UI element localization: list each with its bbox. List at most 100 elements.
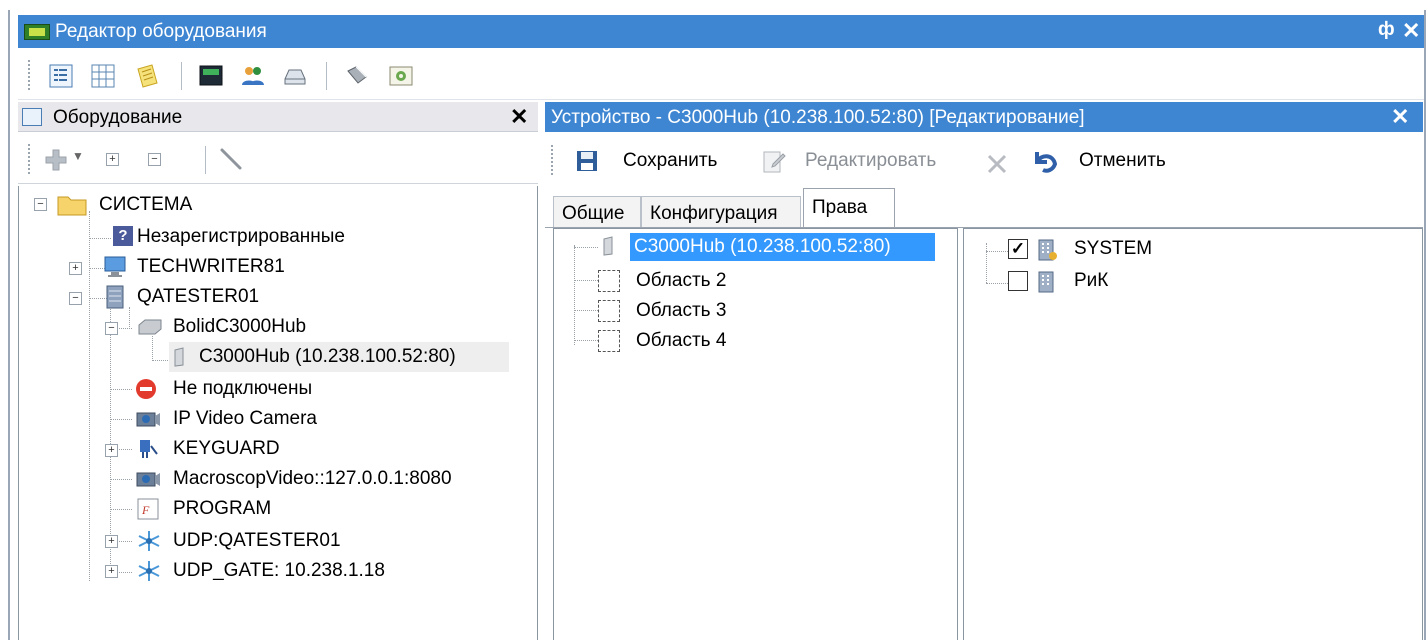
pin-icon[interactable]: ф bbox=[1378, 19, 1395, 41]
building-icon bbox=[1038, 239, 1057, 261]
area-node-label: Область 3 bbox=[636, 300, 727, 321]
tree-node-program[interactable]: F PROGRAM bbox=[19, 494, 519, 524]
areas-tree: C3000Hub (10.238.100.52:80) Область 2 Об… bbox=[553, 228, 958, 640]
program-icon: F bbox=[137, 498, 159, 520]
add-icon[interactable] bbox=[44, 148, 68, 172]
tab-label: Конфигурация bbox=[650, 203, 778, 224]
users-icon[interactable] bbox=[240, 63, 266, 89]
cancel-button[interactable]: Отменить bbox=[1031, 148, 1191, 176]
equipment-panel-header: Оборудование ✕ bbox=[18, 102, 538, 132]
tree-view-icon[interactable] bbox=[48, 63, 74, 89]
camera-icon bbox=[136, 472, 160, 487]
rights-list: ✓ SYSTEM РиК bbox=[963, 228, 1423, 640]
equipment-tree: − СИСТЕМА ? Незарегистрированные + TECHW… bbox=[18, 186, 538, 640]
tree-node-macroscop[interactable]: MacroscopVideo::127.0.0.1:8080 bbox=[19, 464, 519, 494]
window-close-button[interactable]: ✕ bbox=[1402, 18, 1420, 44]
keyguard-icon bbox=[140, 440, 158, 458]
tree-node-label: MacroscopVideo::127.0.0.1:8080 bbox=[173, 468, 452, 489]
equipment-panel-close-button[interactable]: ✕ bbox=[510, 104, 528, 130]
area-node-2[interactable]: Область 2 bbox=[598, 267, 958, 297]
rik-checkbox[interactable] bbox=[1008, 271, 1028, 291]
toolbar-separator bbox=[181, 62, 182, 90]
collapse-icon[interactable]: − bbox=[34, 198, 47, 211]
tree-node-label: TECHWRITER81 bbox=[137, 256, 285, 277]
save-button[interactable]: Сохранить bbox=[575, 148, 745, 176]
area-icon bbox=[598, 300, 620, 322]
cancel-button-label: Отменить bbox=[1079, 150, 1166, 171]
area-icon bbox=[598, 330, 620, 352]
grid-view-icon[interactable] bbox=[90, 63, 116, 89]
collapse-icon[interactable]: − bbox=[69, 292, 82, 305]
area-node-3[interactable]: Область 3 bbox=[598, 297, 958, 327]
tree-connector bbox=[986, 251, 1008, 252]
toolbar-grip[interactable] bbox=[28, 60, 31, 90]
controller-icon bbox=[603, 236, 613, 256]
tree-node-bolid[interactable]: − BolidC3000Hub bbox=[19, 312, 519, 342]
expand-icon[interactable]: + bbox=[105, 535, 118, 548]
tree-node-label: KEYGUARD bbox=[173, 438, 280, 459]
edit-icon bbox=[763, 151, 786, 173]
device-panel-title: Устройство - C3000Hub (10.238.100.52:80)… bbox=[551, 107, 1085, 128]
tree-connector bbox=[986, 243, 987, 283]
tree-node-udp-qatester[interactable]: + UDP:QATESTER01 bbox=[19, 526, 519, 556]
tree-node-label: Не подключены bbox=[173, 378, 313, 399]
area-node-label: Область 2 bbox=[636, 270, 727, 291]
tree-node-system[interactable]: − СИСТЕМА bbox=[19, 190, 519, 220]
expand-icon[interactable]: + bbox=[105, 444, 118, 457]
drive-icon[interactable] bbox=[282, 63, 308, 89]
window-border-right bbox=[1424, 10, 1426, 640]
rights-item-system[interactable]: ✓ SYSTEM bbox=[1008, 235, 1408, 265]
expand-icon[interactable]: + bbox=[69, 262, 82, 275]
collapse-icon[interactable]: − bbox=[105, 322, 118, 335]
tree-node-techwriter[interactable]: + TECHWRITER81 bbox=[19, 252, 519, 282]
tree-node-label: IP Video Camera bbox=[173, 408, 317, 429]
device-panel-header: Устройство - C3000Hub (10.238.100.52:80)… bbox=[545, 102, 1423, 132]
toolbar-grip[interactable] bbox=[28, 144, 31, 174]
toolbar-grip[interactable] bbox=[551, 145, 554, 175]
area-node-label: Область 4 bbox=[636, 330, 727, 351]
monitor-icon[interactable] bbox=[198, 63, 224, 89]
tree-connector bbox=[574, 245, 575, 345]
area-node-4[interactable]: Область 4 bbox=[598, 327, 958, 357]
tab-label: Общие bbox=[562, 203, 625, 224]
expand-all-icon[interactable]: + bbox=[106, 153, 119, 166]
no-entry-icon bbox=[136, 379, 156, 399]
tree-node-qatester[interactable]: − QATESTER01 bbox=[19, 282, 519, 312]
tab-rights[interactable]: Права bbox=[803, 188, 895, 228]
tab-configuration[interactable]: Конфигурация bbox=[641, 196, 801, 228]
window-title: Редактор оборудования bbox=[55, 21, 267, 42]
rights-item-rik[interactable]: РиК bbox=[1008, 267, 1408, 297]
tree-node-c3000hub[interactable]: C3000Hub (10.238.100.52:80) bbox=[169, 342, 509, 372]
tree-node-udp-gate[interactable]: + UDP_GATE: 10.238.1.18 bbox=[19, 556, 519, 586]
wrench-icon[interactable] bbox=[218, 146, 246, 174]
equipment-editor-window: Редактор оборудования ф ✕ Оборудование ✕… bbox=[0, 0, 1428, 640]
cross-icon[interactable] bbox=[985, 152, 1009, 176]
camera-icon bbox=[136, 412, 160, 427]
expand-icon[interactable]: + bbox=[105, 565, 118, 578]
device-panel-close-button[interactable]: ✕ bbox=[1391, 104, 1409, 130]
area-node-device[interactable]: C3000Hub (10.238.100.52:80) bbox=[598, 233, 958, 263]
toolbar-separator bbox=[326, 62, 327, 90]
configuration-icon[interactable] bbox=[388, 63, 414, 89]
add-dropdown-arrow-icon[interactable]: ▼ bbox=[72, 149, 84, 163]
tree-connector bbox=[986, 283, 1008, 284]
tree-node-unregistered[interactable]: ? Незарегистрированные bbox=[19, 222, 519, 252]
device-icon[interactable] bbox=[344, 63, 370, 89]
tree-node-label: C3000Hub (10.238.100.52:80) bbox=[199, 346, 456, 367]
system-checkbox[interactable]: ✓ bbox=[1008, 239, 1028, 259]
tree-node-ip-camera[interactable]: IP Video Camera bbox=[19, 404, 519, 434]
tree-node-keyguard[interactable]: + KEYGUARD bbox=[19, 434, 519, 464]
question-icon: ? bbox=[113, 226, 133, 246]
device-tabs: Общие Конфигурация Права bbox=[545, 188, 1423, 228]
building-icon bbox=[1038, 271, 1054, 293]
tree-connector bbox=[574, 280, 598, 281]
title-bar: Редактор оборудования ф ✕ bbox=[18, 15, 1424, 48]
tree-node-label: СИСТЕМА bbox=[99, 194, 193, 215]
tree-node-not-connected[interactable]: Не подключены bbox=[19, 374, 519, 404]
edit-button[interactable]: Редактировать bbox=[761, 148, 971, 176]
tab-general[interactable]: Общие bbox=[553, 196, 641, 228]
server-icon bbox=[106, 285, 124, 309]
collapse-all-icon[interactable]: − bbox=[148, 153, 161, 166]
notes-icon[interactable] bbox=[134, 63, 160, 89]
tab-label: Права bbox=[812, 197, 868, 218]
